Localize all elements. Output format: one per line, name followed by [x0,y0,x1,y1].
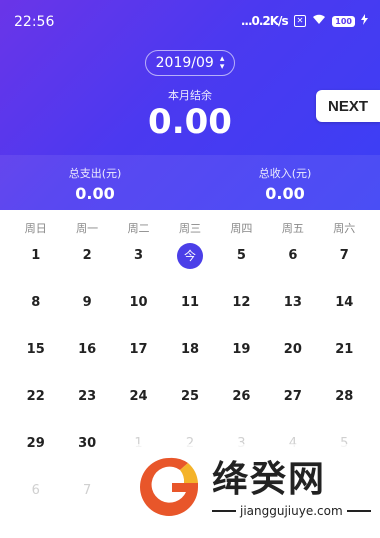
expense-label: 总支出(元) [68,167,122,180]
network-speed: ...0.2K/s [240,14,289,28]
calendar-day-number: 26 [232,389,251,404]
calendar-day-number: 24 [129,389,148,404]
status-time: 22:56 [14,14,55,30]
calendar-day[interactable]: 24 [113,373,164,420]
calendar-day[interactable]: 6 [267,232,318,279]
calendar-day[interactable]: 25 [164,373,215,420]
calendar-day-number: 12 [232,295,251,310]
calendar-day-number: 11 [180,295,200,310]
status-bar: 22:56 ...0.2K/s ✕ 100 [0,0,380,44]
calendar-day-number: 6 [31,483,40,498]
calendar-day-number: 29 [26,436,45,451]
divider [346,510,371,512]
calendar-day-number: 2 [82,248,92,263]
calendar-day[interactable]: 20 [267,326,318,373]
calendar-day-number: 27 [283,389,302,404]
calendar-day-number: 7 [339,248,349,263]
calendar-day[interactable]: 12 [216,279,267,326]
calendar-day-number: 9 [82,295,92,310]
calendar-day[interactable]: 23 [61,373,112,420]
chevron-updown-icon: ▴ ▾ [219,54,225,72]
calendar-day[interactable]: 10 [113,279,164,326]
watermark-name: 绛癸网 [212,459,327,500]
calendar-day[interactable]: 1 [10,232,61,279]
sim-badge-icon: ✕ [293,15,307,27]
calendar-day-number: 5 [236,248,246,263]
expense-summary: 总支出(元) 0.00 [0,155,190,210]
calendar-day-number: 17 [129,342,148,357]
calendar-day[interactable]: 22 [10,373,61,420]
calendar-day[interactable]: 9 [61,279,112,326]
wifi-icon [312,14,326,28]
calendar-day[interactable]: 7 [319,232,370,279]
calendar-day-today[interactable]: 今 [164,232,215,279]
calendar-day-number: 16 [78,342,97,357]
calendar-day[interactable]: 14 [319,279,370,326]
expense-value: 0.00 [75,184,115,203]
divider [212,510,236,512]
calendar-day[interactable]: 5 [216,232,267,279]
calendar-day[interactable]: 27 [267,373,318,420]
calendar-day[interactable]: 8 [10,279,61,326]
calendar-day[interactable]: 15 [10,326,61,373]
calendar-day-number: 28 [335,389,354,404]
calendar-day-number: 1 [31,248,41,263]
calendar-day-number: 20 [283,342,302,357]
calendar-day[interactable]: 17 [113,326,164,373]
income-value: 0.00 [265,184,305,203]
next-button[interactable]: NEXT [316,90,380,122]
calendar-day-number: 23 [78,389,97,404]
calendar-day[interactable]: 28 [319,373,370,420]
calendar-day-number: 21 [335,342,354,357]
calendar-day-number: 3 [134,248,144,263]
watermark-url: jianggujiuye.com [240,504,343,518]
calendar-day-number: 22 [26,389,45,404]
calendar-day-number: 13 [283,295,302,310]
calendar-day-number: 15 [26,342,45,357]
calendar-day-number: 14 [335,295,354,310]
income-label: 总收入(元) [258,167,312,180]
month-selector[interactable]: 2019/09 ▴ ▾ [145,50,235,76]
charging-icon [361,14,368,28]
calendar-day[interactable]: 6 [10,467,61,514]
calendar-day[interactable]: 30 [61,420,112,467]
watermark-logo-icon [140,457,198,516]
watermark-url-row: jianggujiuye.com [212,504,371,518]
status-icons: ...0.2K/s ✕ 100 [241,14,368,28]
income-summary: 总收入(元) 0.00 [190,155,380,210]
calendar-day-number: 18 [180,342,200,357]
watermark: 绛癸网 jianggujiuye.com [136,444,376,538]
calendar-day[interactable]: 26 [216,373,267,420]
calendar-day[interactable]: 2 [61,232,112,279]
calendar-day-number: 25 [180,389,200,404]
calendar-day-number: 19 [232,342,251,357]
month-value: 2019/09 [155,55,214,71]
calendar-day[interactable]: 7 [61,467,112,514]
calendar-day[interactable]: 3 [113,232,164,279]
battery-icon: 100 [332,15,355,27]
today-marker: 今 [176,242,203,269]
calendar-day[interactable]: 19 [216,326,267,373]
calendar-day-number: 30 [78,436,97,451]
calendar-day-number: 7 [82,483,92,498]
calendar-day-number: 10 [129,295,148,310]
calendar-day-number: 6 [288,248,298,263]
calendar-day[interactable]: 16 [61,326,112,373]
calendar-day[interactable]: 21 [319,326,370,373]
calendar-day-number: 8 [31,295,41,310]
calendar-day[interactable]: 13 [267,279,318,326]
calendar-day[interactable]: 18 [164,326,215,373]
calendar-day[interactable]: 11 [164,279,215,326]
calendar-day[interactable]: 29 [10,420,61,467]
summary-bar: 总支出(元) 0.00 总收入(元) 0.00 [0,155,380,210]
